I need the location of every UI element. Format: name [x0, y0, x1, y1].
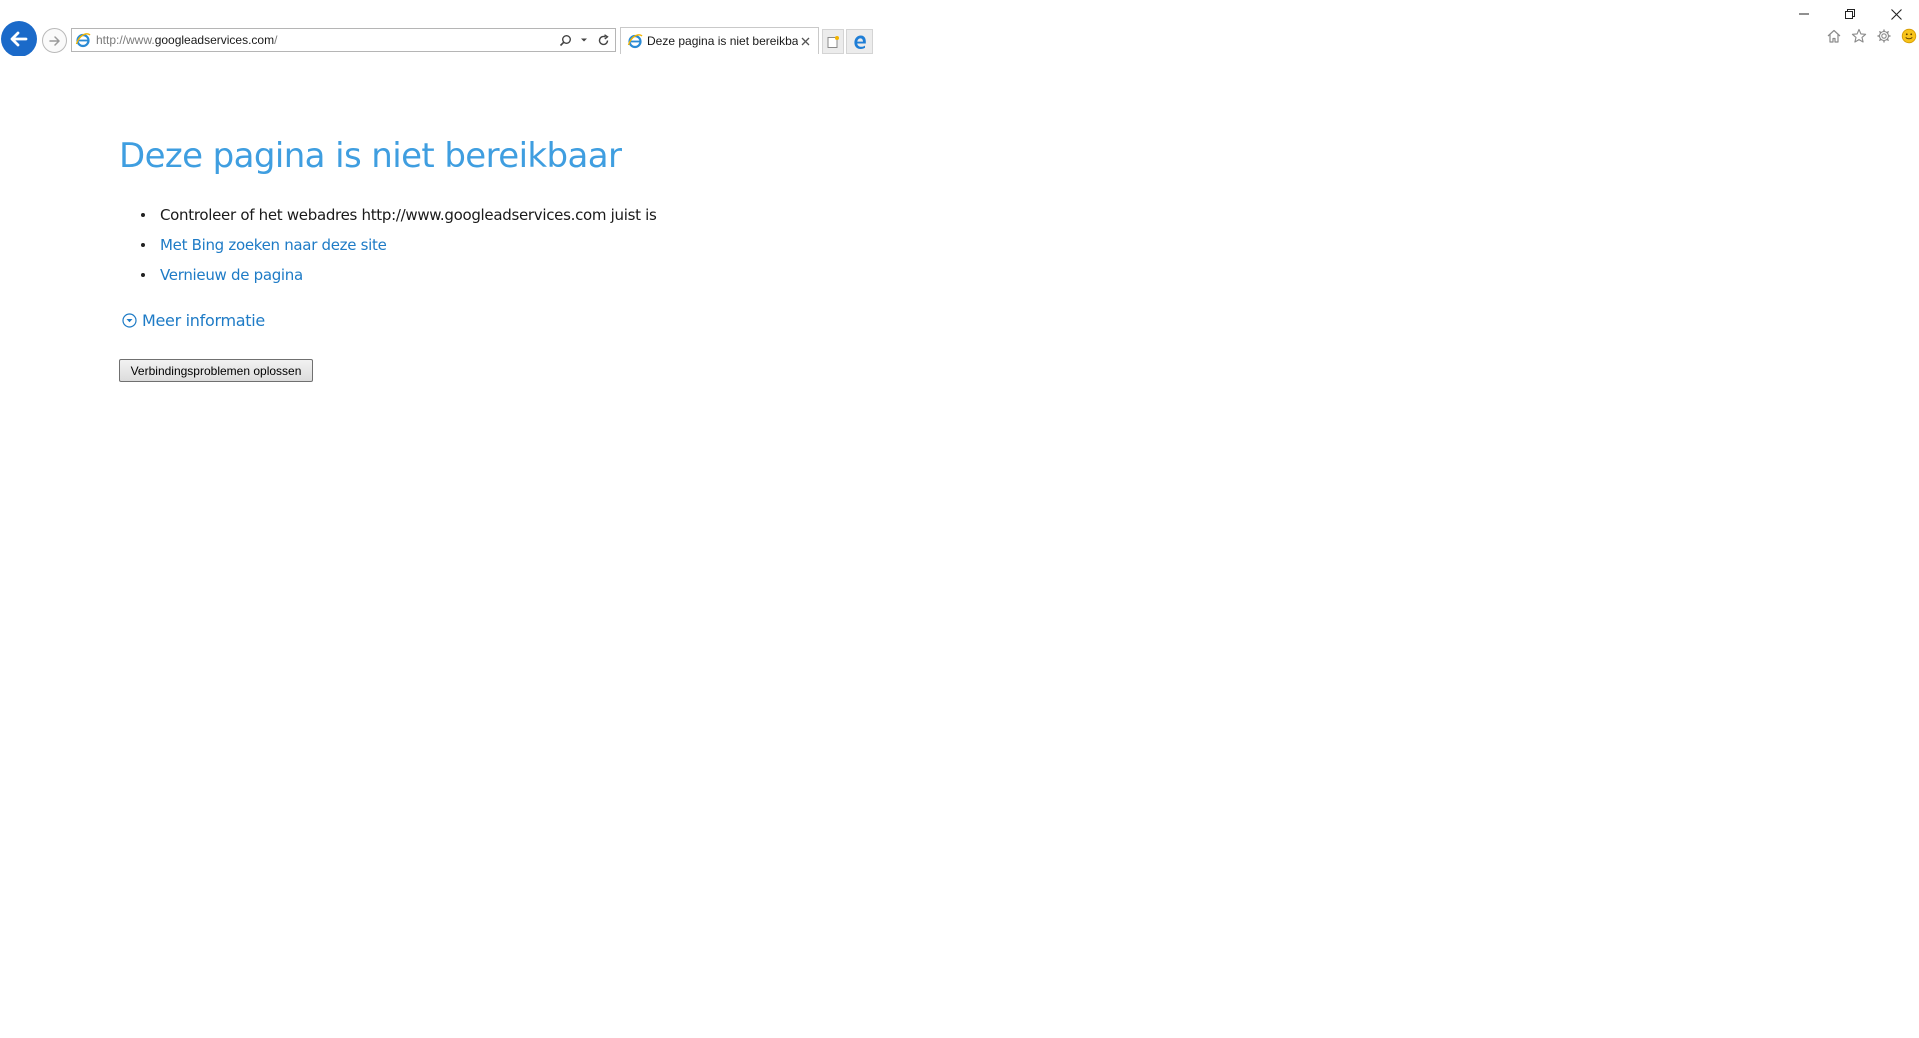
refresh-page-link[interactable]: Vernieuw de pagina: [160, 266, 303, 284]
open-in-edge-button[interactable]: [846, 29, 873, 54]
bullet: [141, 213, 145, 217]
list-item: Vernieuw de pagina: [141, 260, 657, 290]
suggestion-list: Controleer of het webadres http://www.go…: [141, 200, 657, 290]
refresh-button[interactable]: [596, 33, 610, 47]
new-tab-button[interactable]: [822, 29, 844, 54]
forward-arrow-icon: [48, 35, 60, 46]
refresh-icon: [598, 33, 609, 45]
window-controls: [1781, 0, 1919, 28]
close-window-button[interactable]: [1873, 0, 1919, 28]
close-icon: [1890, 8, 1902, 20]
minimize-button[interactable]: [1781, 0, 1827, 28]
list-item: Controleer of het webadres http://www.go…: [141, 200, 657, 230]
edge-icon: [853, 35, 866, 49]
settings-button[interactable]: [1876, 28, 1892, 44]
favorites-button[interactable]: [1851, 28, 1867, 44]
chevron-down-icon: [581, 38, 587, 42]
tab-active[interactable]: Deze pagina is niet bereikba...: [620, 27, 819, 54]
more-info-toggle[interactable]: Meer informatie: [122, 311, 265, 330]
search-button[interactable]: [558, 33, 572, 47]
url-prefix: http://www.: [96, 33, 155, 47]
smiley-icon: [1901, 28, 1917, 44]
expand-circle-icon: [122, 313, 137, 328]
url-domain: googleadservices.com: [154, 33, 275, 47]
minimize-icon: [1799, 13, 1809, 15]
url-suffix: /: [274, 33, 278, 47]
bing-search-link[interactable]: Met Bing zoeken naar deze site: [160, 236, 387, 254]
forward-button[interactable]: [42, 28, 67, 53]
search-icon: [559, 34, 571, 46]
more-info-label: Meer informatie: [142, 311, 265, 330]
check-address-text: Controleer of het webadres http://www.go…: [160, 206, 657, 224]
back-arrow-icon: [10, 31, 28, 47]
address-dropdown-button[interactable]: [577, 33, 591, 47]
new-tab-icon: [827, 35, 839, 48]
feedback-button[interactable]: [1901, 28, 1917, 44]
star-icon: [1851, 28, 1867, 43]
tab-close-button[interactable]: [798, 34, 812, 48]
ie-favicon-icon: [75, 33, 91, 48]
restore-icon: [1845, 9, 1855, 19]
gear-icon: [1877, 29, 1891, 43]
page-title: Deze pagina is niet bereikbaar: [119, 136, 622, 176]
restore-button[interactable]: [1827, 0, 1873, 28]
tab-title: Deze pagina is niet bereikba...: [647, 34, 798, 48]
page-content: Deze pagina is niet bereikbaar Controlee…: [0, 56, 1919, 1038]
browser-chrome: http://www.googleadservices.com/ Deze pa…: [0, 0, 1919, 57]
home-button[interactable]: [1826, 28, 1842, 44]
command-icons: [1826, 28, 1917, 44]
home-icon: [1827, 29, 1841, 43]
bullet: [141, 243, 145, 247]
ie-favicon-icon: [627, 34, 643, 49]
list-item: Met Bing zoeken naar deze site: [141, 230, 657, 260]
fix-connection-button[interactable]: Verbindingsproblemen oplossen: [119, 359, 313, 382]
close-icon: [801, 37, 809, 45]
address-url[interactable]: http://www.googleadservices.com/: [96, 33, 558, 47]
bullet: [141, 273, 145, 277]
back-button[interactable]: [1, 21, 37, 57]
address-bar[interactable]: http://www.googleadservices.com/: [71, 28, 616, 52]
